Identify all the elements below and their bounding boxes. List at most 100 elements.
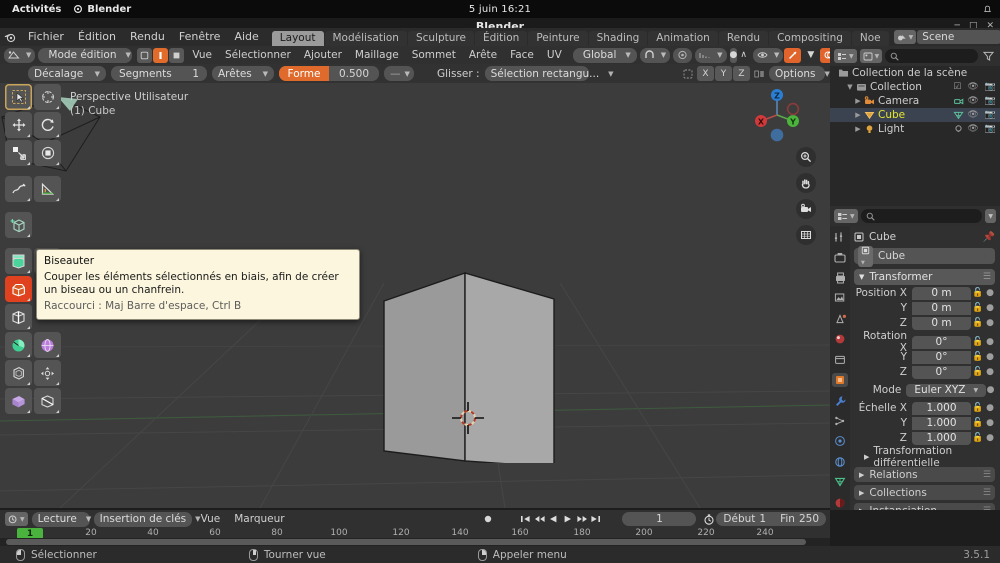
panel-drag-handle[interactable]: ☰ xyxy=(983,470,991,480)
material-sphere-icon[interactable] xyxy=(832,495,848,509)
rotation-x-row[interactable]: Rotation X 0° 🔓 ● xyxy=(854,330,995,354)
shear-tool[interactable] xyxy=(34,360,61,386)
outliner-row-camera[interactable]: ▶ Camera 👁 📷 xyxy=(830,94,1000,108)
tab-animation[interactable]: Animation xyxy=(648,31,718,46)
tab-modelisation[interactable]: Modélisation xyxy=(324,31,407,46)
measure-tool[interactable] xyxy=(34,176,61,202)
desktop-app-indicator[interactable]: Blender xyxy=(73,4,131,15)
rotation-z-row[interactable]: Z 0° 🔓 ● xyxy=(854,365,995,379)
animate-dot-icon[interactable]: ● xyxy=(985,418,995,428)
scale-y-value[interactable]: 1.000 xyxy=(912,416,971,430)
rotation-y-row[interactable]: Y 0° 🔓 ● xyxy=(854,350,995,364)
camera-render-icon[interactable]: 📷 xyxy=(985,110,996,120)
stopwatch-icon[interactable] xyxy=(702,512,715,526)
outliner-row-cube[interactable]: ▶ Cube 👁 📷 xyxy=(830,108,1000,122)
play-reverse-icon[interactable] xyxy=(547,512,560,526)
spin-tool[interactable] xyxy=(34,332,61,358)
proportional-falloff-selector[interactable]: ▼ xyxy=(695,47,727,63)
transform-panel-header[interactable]: ▼ Transformer ☰ xyxy=(854,269,995,285)
scale-z-row[interactable]: Z 1.000 🔓 ● xyxy=(854,431,995,445)
panel-drag-handle[interactable]: ☰ xyxy=(983,272,991,282)
animate-dot-icon[interactable]: ● xyxy=(985,433,995,443)
properties-editor-icon[interactable]: ▼ xyxy=(834,209,858,223)
mirror-icon[interactable] xyxy=(751,66,768,81)
properties-filter-dropdown[interactable]: ▼ xyxy=(985,209,996,223)
tab-peinture-texture[interactable]: Peinture de texture xyxy=(528,31,588,74)
bevel-extra-select[interactable]: — ▼ xyxy=(384,66,414,81)
eye-icon[interactable]: 👁 xyxy=(967,124,978,134)
knife-tool[interactable] xyxy=(34,388,61,414)
lock-icon[interactable]: 🔓 xyxy=(971,288,985,298)
jump-end-icon[interactable] xyxy=(589,512,602,526)
current-frame-field[interactable]: 1 xyxy=(622,512,697,526)
desktop-clock[interactable]: 5 juin 16:21 xyxy=(420,4,580,15)
viewport-menu-vue[interactable]: Vue xyxy=(187,49,217,61)
rotation-y-value[interactable]: 0° xyxy=(912,350,971,364)
world-globe-icon[interactable] xyxy=(832,332,848,346)
timeline-menu-marqueur[interactable]: Marqueur xyxy=(229,513,289,525)
position-x-row[interactable]: Position X 0 m 🔓 ● xyxy=(854,286,995,300)
loop-cut-tool[interactable] xyxy=(5,304,32,330)
properties-search-input[interactable] xyxy=(860,209,983,223)
animate-dot-icon[interactable]: ● xyxy=(985,318,995,328)
wrench-icon[interactable] xyxy=(832,393,848,407)
navigation-gizmo[interactable]: Z X Y xyxy=(748,86,806,144)
tool-icon[interactable] xyxy=(832,230,848,244)
drag-action-select[interactable]: Sélection rectangu... ▼ xyxy=(484,66,614,81)
pin-icon[interactable]: 📌 xyxy=(983,232,995,243)
menu-edition[interactable]: Édition xyxy=(71,28,123,46)
tweak-tool[interactable] xyxy=(5,84,32,110)
eye-icon[interactable]: 👁 xyxy=(967,82,978,92)
axis-x-button[interactable]: X xyxy=(697,66,714,81)
lock-icon[interactable]: 🔓 xyxy=(971,352,985,362)
move-tool[interactable] xyxy=(5,112,32,138)
chevron-right-icon[interactable]: ▶ xyxy=(852,125,864,133)
start-value[interactable]: 1 xyxy=(759,513,766,525)
menu-aide[interactable]: Aide xyxy=(227,28,265,46)
camera-view-icon[interactable] xyxy=(796,199,816,219)
tab-shading[interactable]: Shading xyxy=(588,31,648,46)
bell-icon[interactable] xyxy=(983,5,992,14)
annotate-tool[interactable] xyxy=(5,176,32,202)
constraints-icon[interactable] xyxy=(832,455,848,469)
panel-drag-handle[interactable]: ☰ xyxy=(983,488,991,498)
cube-object[interactable] xyxy=(368,253,608,463)
bevel-shape-field[interactable]: Forme 0.500 xyxy=(279,66,379,81)
menu-fichier[interactable]: Fichier xyxy=(21,28,71,46)
object-name-field[interactable]: ▼ Cube xyxy=(854,245,995,267)
snapping-toggle[interactable]: ▼ xyxy=(639,47,671,63)
prev-keyframe-icon[interactable] xyxy=(533,512,546,526)
poly-build-tool[interactable] xyxy=(5,332,32,358)
axis-z-button[interactable]: Z xyxy=(733,66,750,81)
rotate-tool[interactable] xyxy=(34,112,61,138)
edge-select-icon[interactable] xyxy=(153,47,169,63)
playback-menu[interactable]: Lecture ▼ xyxy=(31,511,91,527)
bevel-affect-select[interactable]: Arêtes ▼ xyxy=(212,66,274,81)
animate-dot-icon[interactable]: ● xyxy=(986,385,995,395)
render-icon[interactable] xyxy=(832,250,848,264)
gizmo-toggle-icon[interactable] xyxy=(784,47,802,63)
rotation-mode-row[interactable]: Mode Euler XYZ ▼ ● xyxy=(854,383,995,397)
next-keyframe-icon[interactable] xyxy=(575,512,588,526)
position-z-value[interactable]: 0 m xyxy=(912,316,971,330)
lock-icon[interactable]: 🔓 xyxy=(971,403,985,413)
position-y-value[interactable]: 0 m xyxy=(912,301,971,315)
camera-render-icon[interactable]: 📷 xyxy=(985,82,996,92)
collections-panel[interactable]: ▶ Collections ☰ xyxy=(854,485,995,500)
falloff-shape-icon[interactable]: ∧ xyxy=(740,48,747,63)
physics-orbit-icon[interactable] xyxy=(832,434,848,448)
keying-menu[interactable]: Insertion de clés ▼ xyxy=(93,511,201,527)
animate-dot-icon[interactable]: ● xyxy=(985,337,995,347)
lock-icon[interactable]: 🔓 xyxy=(971,303,985,313)
viewport-menu-face[interactable]: Face xyxy=(505,49,539,61)
tab-edition-uv[interactable]: Édition d'UV xyxy=(474,31,528,59)
timeline-scroll-thumb[interactable] xyxy=(6,539,806,545)
lock-icon[interactable]: 🔓 xyxy=(971,367,985,377)
animate-dot-icon[interactable]: ● xyxy=(985,352,995,362)
bevel-segments-field[interactable]: Segments 1 xyxy=(111,66,207,81)
scene-cone-icon[interactable] xyxy=(832,312,848,326)
shrink-fatten-tool[interactable] xyxy=(5,360,32,386)
tab-noeuds[interactable]: Noe xyxy=(851,31,889,46)
chevron-down-icon[interactable]: ▼ xyxy=(844,83,856,91)
scale-x-row[interactable]: Échelle X 1.000 🔓 ● xyxy=(854,401,995,415)
